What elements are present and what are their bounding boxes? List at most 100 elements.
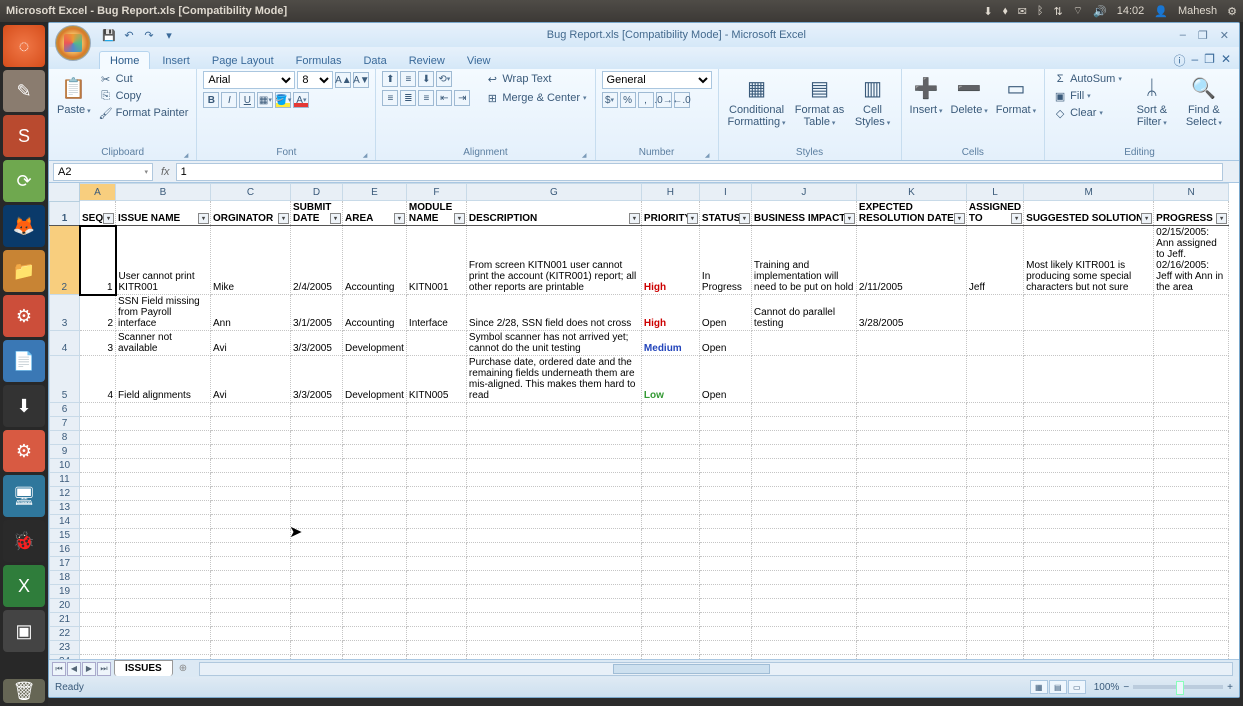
cell[interactable] (116, 459, 211, 473)
cell[interactable]: Cannot do parallel testing (751, 295, 856, 331)
cell[interactable] (1024, 459, 1154, 473)
format-cells-button[interactable]: ▭Format (994, 71, 1038, 118)
row-header[interactable]: 21 (50, 613, 80, 627)
column-header[interactable]: L (966, 184, 1023, 201)
row-header[interactable]: 1 (50, 201, 80, 226)
cell[interactable]: 3/3/2005 (291, 331, 343, 356)
network-icon[interactable]: ⇅ (1053, 5, 1062, 18)
zoom-in-button[interactable]: + (1227, 682, 1233, 693)
cell[interactable] (641, 487, 699, 501)
cell[interactable] (466, 431, 641, 445)
cell[interactable] (406, 487, 466, 501)
cell[interactable] (1024, 543, 1154, 557)
filter-dropdown-icon[interactable]: ▾ (629, 213, 640, 224)
cell[interactable] (80, 655, 116, 660)
font-size-select[interactable]: 8 (297, 71, 333, 89)
cell[interactable] (751, 431, 856, 445)
cell[interactable] (80, 641, 116, 655)
cell[interactable] (466, 487, 641, 501)
cell[interactable] (966, 557, 1023, 571)
cell[interactable] (641, 473, 699, 487)
percent-button[interactable]: % (620, 92, 636, 108)
cell[interactable] (343, 529, 407, 543)
cell[interactable] (406, 585, 466, 599)
row-header[interactable]: 4 (50, 331, 80, 356)
row-header[interactable]: 15 (50, 529, 80, 543)
header-cell[interactable]: EXPECTED RESOLUTION DATE▾ (856, 201, 966, 226)
cell[interactable] (1154, 487, 1229, 501)
cell[interactable]: Symbol scanner has not arrived yet; cann… (466, 331, 641, 356)
cell[interactable] (116, 487, 211, 501)
cell[interactable] (699, 557, 751, 571)
cell[interactable] (856, 417, 966, 431)
bluetooth-icon[interactable]: ᛒ (1037, 5, 1044, 17)
launcher-item[interactable]: ⚙ (3, 430, 45, 472)
cell[interactable] (211, 655, 291, 660)
cell[interactable] (211, 515, 291, 529)
cell[interactable]: High (641, 226, 699, 295)
filter-dropdown-icon[interactable]: ▾ (1141, 213, 1152, 224)
cell[interactable] (856, 627, 966, 641)
cell[interactable] (80, 627, 116, 641)
cell[interactable] (291, 585, 343, 599)
cut-button[interactable]: ✂Cut (97, 71, 191, 87)
cell[interactable] (1154, 585, 1229, 599)
cell[interactable] (406, 431, 466, 445)
number-format-select[interactable]: General (602, 71, 712, 89)
zoom-out-button[interactable]: − (1123, 682, 1129, 693)
filter-dropdown-icon[interactable]: ▾ (844, 213, 855, 224)
cell[interactable] (856, 403, 966, 417)
cell[interactable] (856, 557, 966, 571)
cell[interactable]: 3/3/2005 (291, 356, 343, 403)
cell[interactable] (116, 431, 211, 445)
font-color-button[interactable]: A (293, 92, 309, 108)
cell[interactable]: 3 (80, 331, 116, 356)
cell[interactable] (966, 445, 1023, 459)
wrap-text-button[interactable]: ↩Wrap Text (483, 71, 588, 87)
launcher-item[interactable]: 🐞 (3, 520, 45, 562)
cell[interactable] (80, 543, 116, 557)
column-header[interactable]: D (291, 184, 343, 201)
cell[interactable] (641, 557, 699, 571)
cell[interactable] (1024, 585, 1154, 599)
cell[interactable] (641, 529, 699, 543)
cell[interactable] (466, 459, 641, 473)
accounting-button[interactable]: $ (602, 92, 618, 108)
cell[interactable] (466, 613, 641, 627)
row-header[interactable]: 13 (50, 501, 80, 515)
normal-view-button[interactable]: ▦ (1030, 680, 1048, 694)
cell[interactable] (856, 529, 966, 543)
cell[interactable] (641, 613, 699, 627)
column-header[interactable]: N (1154, 184, 1229, 201)
row-header[interactable]: 11 (50, 473, 80, 487)
row-header[interactable]: 3 (50, 295, 80, 331)
cell[interactable] (751, 585, 856, 599)
column-header[interactable]: K (856, 184, 966, 201)
ribbon-tab-home[interactable]: Home (99, 51, 150, 69)
cell[interactable] (291, 501, 343, 515)
cell[interactable] (751, 473, 856, 487)
row-header[interactable]: 17 (50, 557, 80, 571)
cell[interactable] (343, 599, 407, 613)
cell[interactable] (966, 473, 1023, 487)
cell[interactable] (406, 501, 466, 515)
cell[interactable] (116, 445, 211, 459)
cell[interactable] (466, 445, 641, 459)
launcher-item[interactable]: ⟳ (3, 160, 45, 202)
cell[interactable] (1024, 627, 1154, 641)
cell[interactable] (1154, 529, 1229, 543)
clock[interactable]: 14:02 (1117, 5, 1145, 17)
cell[interactable] (1154, 627, 1229, 641)
cell[interactable] (856, 515, 966, 529)
cell[interactable] (699, 641, 751, 655)
cell[interactable] (1024, 599, 1154, 613)
cell[interactable] (751, 529, 856, 543)
header-cell[interactable]: DESCRIPTION▾ (466, 201, 641, 226)
cell[interactable]: Low (641, 356, 699, 403)
cell[interactable] (343, 403, 407, 417)
cell[interactable] (856, 571, 966, 585)
cell[interactable] (80, 445, 116, 459)
ribbon-tab-formulas[interactable]: Formulas (286, 52, 352, 69)
indicator-icon[interactable]: ⬇ (983, 5, 992, 18)
cell[interactable] (856, 613, 966, 627)
